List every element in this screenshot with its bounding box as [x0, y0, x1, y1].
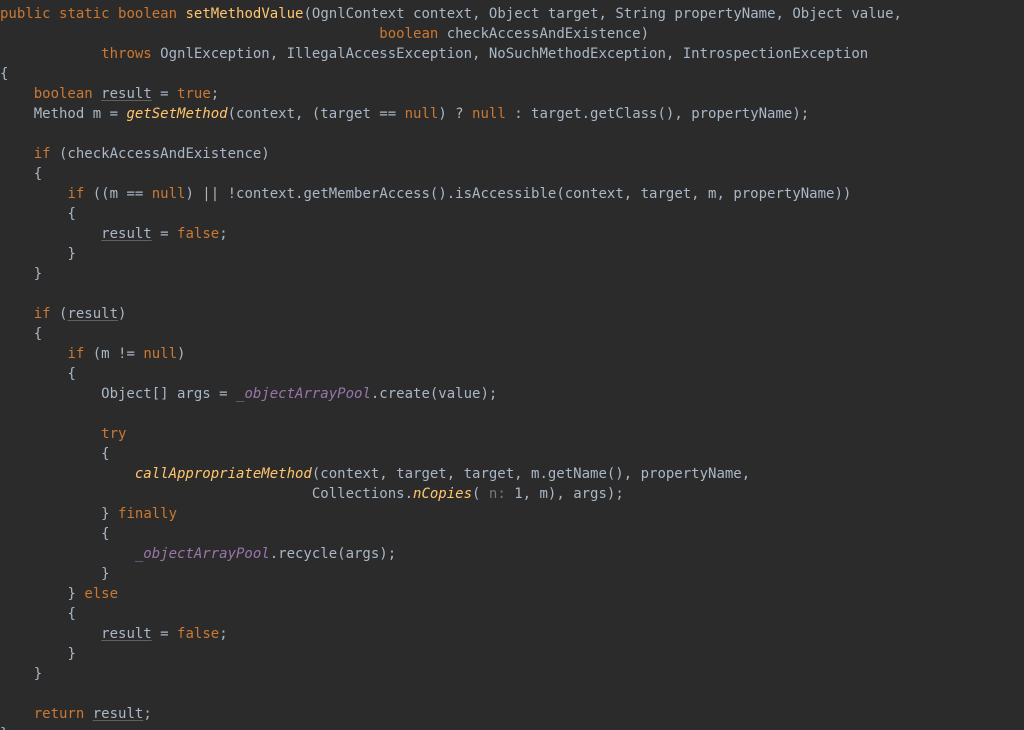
code-line: boolean checkAccessAndExistence)	[0, 26, 649, 42]
keyword-null: null	[143, 346, 177, 362]
code-line: } else	[0, 586, 118, 602]
keyword-finally: finally	[118, 506, 177, 522]
var-result: result	[101, 226, 152, 242]
code-editor[interactable]: public static boolean setMethodValue(Ogn…	[0, 0, 1024, 730]
keyword-else: else	[84, 586, 118, 602]
keyword-try: try	[101, 426, 126, 442]
blank-line	[0, 686, 8, 702]
params-line1: (OgnlContext context, Object target, Str…	[304, 6, 902, 22]
code-line: throws OgnlException, IllegalAccessExcep…	[0, 46, 868, 62]
code-line: return result;	[0, 706, 152, 722]
call-nCopies: nCopies	[413, 486, 472, 502]
code-line: }	[0, 666, 42, 682]
blank-line	[0, 286, 8, 302]
code-line: result = false;	[0, 626, 228, 642]
keyword-return: return	[34, 706, 85, 722]
code-line: if (m != null)	[0, 346, 185, 362]
var-result: result	[93, 706, 144, 722]
keyword-null: null	[152, 186, 186, 202]
keyword-if: if	[67, 346, 84, 362]
keyword-static: static	[59, 6, 110, 22]
code-line: try	[0, 426, 126, 442]
code-line: if ((m == null) || !context.getMemberAcc…	[0, 186, 851, 202]
keyword-false: false	[177, 226, 219, 242]
call-getSetMethod: getSetMethod	[126, 106, 227, 122]
code-line: }	[0, 646, 76, 662]
param-hint-n: n:	[489, 486, 514, 502]
keyword-if: if	[34, 306, 51, 322]
code-line: public static boolean setMethodValue(Ogn…	[0, 6, 902, 22]
keyword-boolean: boolean	[34, 86, 93, 102]
keyword-boolean: boolean	[118, 6, 177, 22]
code-line: {	[0, 206, 76, 222]
var-result: result	[101, 626, 152, 642]
keyword-null: null	[405, 106, 439, 122]
code-line: {	[0, 66, 8, 82]
blank-line	[0, 406, 8, 422]
keyword-true: true	[177, 86, 211, 102]
code-line: } finally	[0, 506, 177, 522]
blank-line	[0, 126, 8, 142]
keyword-boolean: boolean	[379, 26, 438, 42]
keyword-null: null	[472, 106, 506, 122]
call-callAppropriateMethod: callAppropriateMethod	[135, 466, 312, 482]
keyword-if: if	[67, 186, 84, 202]
code-line: {	[0, 606, 76, 622]
code-line: }	[0, 726, 8, 730]
code-line: {	[0, 446, 110, 462]
code-line: {	[0, 366, 76, 382]
code-line: Object[] args = _objectArrayPool.create(…	[0, 386, 497, 402]
keyword-public: public	[0, 6, 51, 22]
code-line: boolean result = true;	[0, 86, 219, 102]
code-line: Collections.nCopies( n: 1, m), args);	[0, 486, 624, 502]
code-line: }	[0, 566, 110, 582]
field-objectArrayPool: _objectArrayPool	[135, 546, 270, 562]
var-result: result	[67, 306, 118, 322]
code-line: if (result)	[0, 306, 126, 322]
code-line: }	[0, 246, 76, 262]
code-line: {	[0, 526, 110, 542]
method-name: setMethodValue	[185, 6, 303, 22]
code-line: if (checkAccessAndExistence)	[0, 146, 270, 162]
var-result: result	[101, 86, 152, 102]
keyword-if: if	[34, 146, 51, 162]
code-line: }	[0, 266, 42, 282]
code-line: callAppropriateMethod(context, target, t…	[0, 466, 750, 482]
keyword-false: false	[177, 626, 219, 642]
code-line: _objectArrayPool.recycle(args);	[0, 546, 396, 562]
code-line: {	[0, 326, 42, 342]
code-line: result = false;	[0, 226, 228, 242]
code-line: Method m = getSetMethod(context, (target…	[0, 106, 809, 122]
field-objectArrayPool: _objectArrayPool	[236, 386, 371, 402]
code-line: {	[0, 166, 42, 182]
keyword-throws: throws	[101, 46, 152, 62]
